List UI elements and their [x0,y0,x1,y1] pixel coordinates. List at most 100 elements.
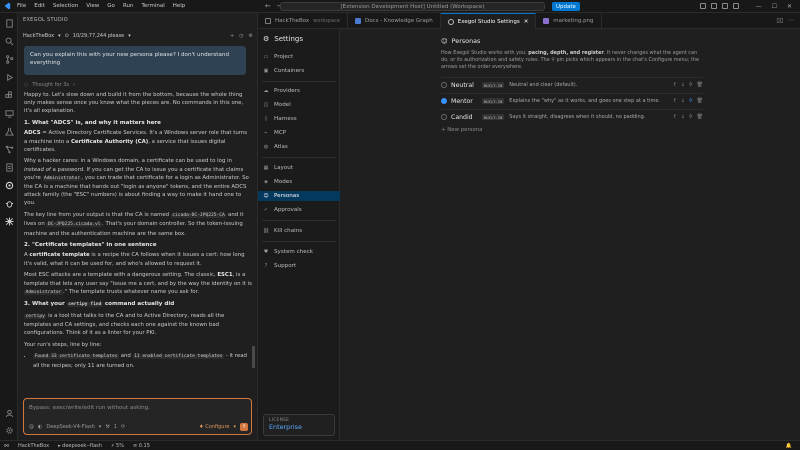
search-icon[interactable] [4,36,14,46]
file-history-icon[interactable] [4,162,14,172]
settings-item-mcp[interactable]: ⌁ MCP [258,128,340,138]
menu-edit[interactable]: Edit [34,3,45,9]
move-down-icon[interactable]: ↓ [681,98,685,104]
settings-item-personas[interactable]: ☺ Personas [258,191,340,201]
pin-icon[interactable]: ⚲ [689,98,693,104]
persona-radio[interactable] [441,114,447,120]
manage-gear-icon[interactable] [4,425,14,435]
persona-row-mentor[interactable]: Mentor BUILT-IN Explains the "why" as it… [441,94,703,108]
send-arrow-icon: ↑ [241,423,247,430]
status-workspace[interactable]: HackTheBox [18,443,49,449]
session-selector[interactable]: 10/29,77,244 please [73,33,124,39]
settings-item-harness[interactable]: ◊ Harness [258,114,340,124]
thought-indicator[interactable]: ◌ Thought for 3s › [24,82,75,88]
account-icon[interactable] [4,408,14,418]
settings-item-layout[interactable]: ▦ Layout [258,163,340,173]
exegol-studio-icon[interactable] [4,180,14,190]
update-button[interactable]: Update [552,2,580,11]
status-usage[interactable]: ⚡ 5% [111,443,124,449]
sync-icon[interactable]: ⟳ [121,424,125,430]
menu-go[interactable]: Go [107,3,115,9]
testing-icon[interactable] [4,126,14,136]
chat-scrollbar[interactable] [252,346,255,368]
graph-icon[interactable] [4,144,14,154]
menu-selection[interactable]: Selection [53,3,78,9]
settings-item-atlas[interactable]: ◍ Atlas [258,142,340,152]
trash-icon[interactable]: 🗑 [697,82,703,88]
history-icon[interactable]: ◷ [239,33,243,39]
persona-radio[interactable] [441,82,447,88]
settings-item-system-check[interactable]: ♥ System check [258,247,340,257]
configure-button[interactable]: ♦ Configure [199,424,229,430]
bell-icon[interactable]: 🔔 [786,443,800,449]
toggle-panel-icon[interactable] [711,3,717,9]
new-chat-icon[interactable]: + [230,33,234,39]
settings-item-approvals[interactable]: ✓ Approvals [258,205,340,215]
settings-item-model[interactable]: ◫ Model [258,100,340,110]
move-up-icon[interactable]: ↑ [673,114,677,120]
target-selector[interactable]: HackTheBox [23,33,54,39]
command-center[interactable]: [Extension Development Host] Untitled (W… [280,2,545,11]
remote-explorer-icon[interactable] [4,108,14,118]
chevron-down-icon[interactable]: ▾ [233,424,236,430]
persona-radio-selected[interactable] [441,98,447,104]
tab-hackthebox[interactable]: HackTheBox workspace [258,13,348,29]
settings-item-providers[interactable]: ☁ Providers [258,86,340,96]
settings-item-project[interactable]: ▭ Project [258,52,340,62]
move-up-icon[interactable]: ↑ [673,82,677,88]
settings-item-containers[interactable]: ▣ Containers [258,66,340,76]
pin-icon[interactable]: ⚲ [689,114,693,120]
split-editor-icon[interactable]: ▯▯ [776,17,783,24]
menu-view[interactable]: View [86,3,99,9]
gear-icon[interactable]: ⚙ [249,33,253,39]
attach-icon[interactable]: @ [29,424,34,430]
network-icon[interactable] [4,216,14,226]
customize-layout-icon[interactable] [733,3,739,9]
menu-terminal[interactable]: Terminal [141,3,164,9]
more-actions-icon[interactable]: ⋯ [788,17,794,24]
move-down-icon[interactable]: ↓ [681,114,685,120]
bug-icon[interactable] [4,198,14,208]
trash-icon[interactable]: 🗑 [697,114,703,120]
source-control-icon[interactable] [4,54,14,64]
persona-row-neutral[interactable]: Neutral BUILT-IN Neutral and clear (defa… [441,78,703,92]
move-up-icon[interactable]: ↑ [673,98,677,104]
close-icon[interactable]: ✕ [787,3,792,10]
settings-item-kill-chains[interactable]: ⛓ Kill chains [258,226,340,236]
toggle-secondary-sidebar-icon[interactable] [722,3,728,9]
extensions-icon[interactable] [4,90,14,100]
explorer-icon[interactable] [4,18,14,28]
toggle-sidebar-icon[interactable] [700,3,706,9]
tab-marketing-png[interactable]: marketing.png [536,13,602,29]
settings-item-support[interactable]: ? Support [258,261,340,271]
personas-description: How Exegol Studio works with you: pacing… [441,50,699,70]
persona-row-candid[interactable]: Candid BUILT-IN Says it straight, disagr… [441,110,703,124]
new-persona-button[interactable]: + New persona [441,127,482,133]
minimize-icon[interactable]: — [756,3,762,10]
settings-item-modes[interactable]: ◈ Modes [258,177,340,187]
tab-close-icon[interactable]: ✕ [524,19,529,25]
tab-exegol-studio-settings[interactable]: Exegol Studio Settings ✕ [440,13,537,29]
tab-docs-knowledge-graph[interactable]: Docs - Knowledge Graph [348,13,441,29]
back-arrow-icon[interactable]: ← [265,2,271,10]
pin-icon[interactable]: ⚲ [689,82,693,88]
status-session[interactable]: ▸ deepseek--flash [58,443,102,449]
chevron-down-icon[interactable]: ▾ [128,33,131,39]
menu-run[interactable]: Run [123,3,134,9]
move-down-icon[interactable]: ↓ [681,82,685,88]
maximize-icon[interactable]: ☐ [772,3,777,10]
chevron-down-icon[interactable]: ▾ [58,33,61,39]
chat-composer[interactable]: Bypass: exec/write/edit run without aski… [23,398,252,435]
send-button[interactable]: ↑ [240,422,248,431]
remote-indicator-icon[interactable]: ⋈ [4,443,9,449]
license-card[interactable]: LICENSE Enterprise [263,414,335,436]
composer-input[interactable]: Bypass: exec/write/edit run without aski… [29,405,150,411]
menu-file[interactable]: File [17,3,26,9]
chevron-down-icon[interactable]: ▾ [99,424,102,430]
tools-icon[interactable]: ⚒ [105,424,109,430]
trash-icon[interactable]: 🗑 [697,98,703,104]
run-debug-icon[interactable] [4,72,14,82]
status-stats[interactable]: ≡ 0.15 [133,443,150,449]
model-selector[interactable]: DeepSeek-V4-Flash [46,424,94,430]
menu-help[interactable]: Help [173,3,186,9]
